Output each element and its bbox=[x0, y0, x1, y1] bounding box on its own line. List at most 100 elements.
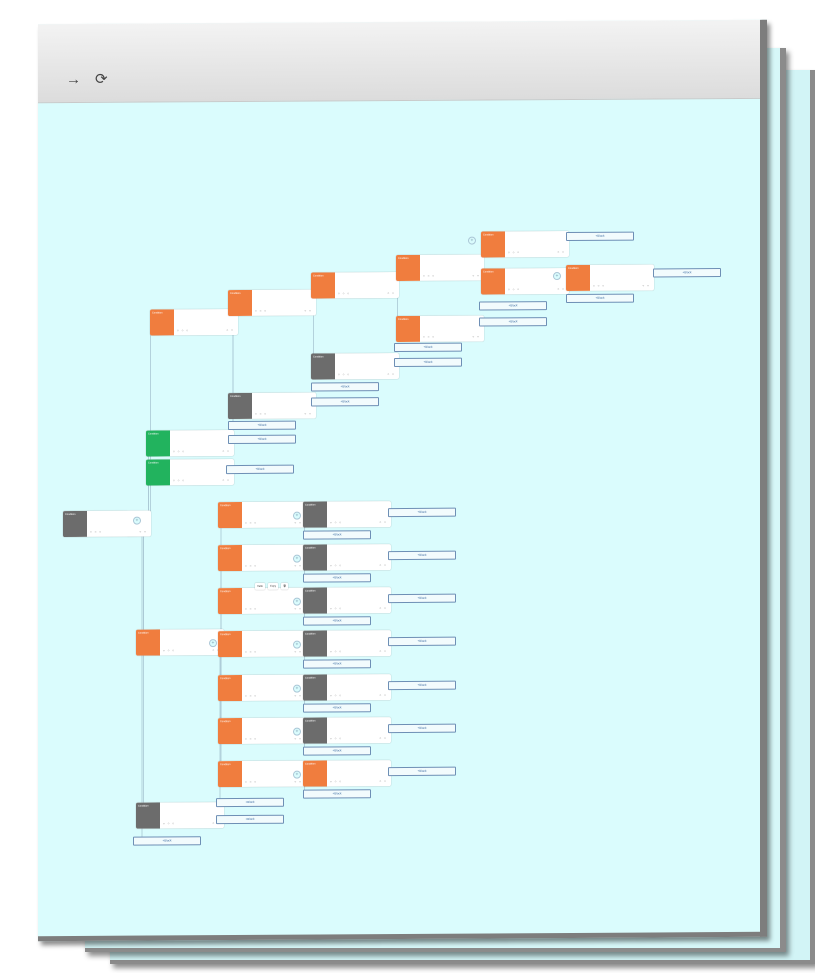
node-meta: ○ ○ ○ bbox=[245, 649, 258, 654]
expand-icon[interactable]: + bbox=[293, 640, 301, 649]
trash-icon[interactable]: 🗑 bbox=[281, 582, 289, 590]
add-block-button[interactable]: +Block bbox=[303, 616, 371, 626]
add-block-button[interactable]: +Block bbox=[228, 420, 296, 431]
add-block-button[interactable]: +Block bbox=[388, 550, 456, 561]
expand-icon[interactable]: + bbox=[293, 597, 301, 606]
node-type-label: Condition bbox=[305, 762, 316, 766]
node-green-2[interactable]: Condition ○ ○ ○ ○ ○ bbox=[146, 459, 234, 486]
node-type-tag: Condition bbox=[303, 717, 327, 744]
flow-canvas[interactable]: Condition ○ ○ ○ ○ ○ Condition ○ ○ ○ ○ ○ Condit… bbox=[38, 98, 760, 936]
node-type-label: Condition bbox=[220, 763, 231, 767]
node-main-child-3[interactable]: Condition ○ ○ ○ ○ ○ bbox=[303, 587, 391, 614]
node-a6[interactable]: Condition ○ ○ ○ ○ ○ bbox=[566, 264, 654, 292]
add-block-button[interactable]: +Block bbox=[303, 789, 371, 799]
add-block-button[interactable]: +Block bbox=[388, 680, 456, 691]
add-block-button[interactable]: +Block bbox=[394, 357, 462, 368]
node-meta: ○ ○ ○ bbox=[90, 529, 103, 534]
node-main-child-2[interactable]: Condition ○ ○ ○ ○ ○ bbox=[303, 544, 391, 571]
node-a3[interactable]: Condition ○ ○ ○ ○ ○ bbox=[311, 272, 399, 299]
add-block-button[interactable]: +Block bbox=[303, 746, 371, 756]
tooltip-action-b[interactable]: Copy bbox=[268, 582, 279, 590]
node-type-label: Condition bbox=[220, 720, 231, 724]
node-type-label: Condition bbox=[220, 590, 231, 594]
node-type-label: Condition bbox=[483, 270, 494, 274]
node-meta-right: ○ ○ bbox=[379, 520, 387, 525]
screenshot-stage: → ⟳ Condition ○ ○ ○ ○ ○ Condition ○ ○ ○ ○ ○ Co… bbox=[0, 0, 815, 973]
node-main-child-5[interactable]: Condition ○ ○ ○ ○ ○ bbox=[303, 674, 391, 701]
node-meta-right: ○ ○ bbox=[472, 273, 480, 278]
browser-toolbar: → ⟳ bbox=[38, 19, 760, 104]
add-block-button[interactable]: +Block bbox=[388, 723, 456, 734]
node-type-label: Condition bbox=[313, 274, 324, 278]
add-block-button[interactable]: +Block bbox=[303, 703, 371, 713]
node-main-child-6[interactable]: Condition ○ ○ ○ ○ ○ bbox=[303, 717, 391, 744]
add-block-button[interactable]: +Block bbox=[566, 231, 634, 242]
expand-icon[interactable]: + bbox=[553, 272, 561, 281]
expand-icon[interactable]: + bbox=[293, 770, 301, 779]
node-a4b[interactable]: Condition ○ ○ ○ ○ ○ bbox=[396, 315, 484, 343]
expand-icon[interactable]: + bbox=[209, 639, 217, 648]
add-block-button[interactable]: +Block bbox=[388, 766, 456, 777]
node-main-child-4[interactable]: Condition ○ ○ ○ ○ ○ bbox=[303, 630, 391, 657]
add-block-button[interactable]: +Block bbox=[303, 573, 371, 583]
node-type-tag: Condition bbox=[146, 459, 170, 486]
add-block-button[interactable]: +Block bbox=[228, 434, 296, 445]
node-type-tag: Condition bbox=[228, 392, 252, 420]
node-type-tag: Condition bbox=[218, 630, 242, 658]
add-block-button[interactable]: +Block bbox=[394, 342, 462, 353]
node-type-tag: Condition bbox=[303, 544, 327, 571]
node-main-child-7[interactable]: Condition ○ ○ ○ ○ ○ bbox=[303, 760, 391, 787]
node-meta: ○ ○ ○ bbox=[245, 563, 258, 568]
node-type-label: Condition bbox=[138, 631, 149, 635]
add-block-button[interactable]: +Block bbox=[303, 659, 371, 669]
add-block-button[interactable]: +Block bbox=[311, 382, 379, 392]
expand-icon[interactable]: + bbox=[293, 554, 301, 563]
node-type-label: Condition bbox=[148, 461, 159, 465]
node-a2[interactable]: Condition ○ ○ ○ ○ ○ bbox=[228, 289, 316, 317]
node-meta: ○ ○ ○ bbox=[173, 478, 186, 483]
node-type-label: Condition bbox=[305, 589, 316, 593]
add-block-button[interactable]: +Block bbox=[303, 530, 371, 540]
add-block-button[interactable]: +Block bbox=[216, 814, 284, 825]
expand-icon[interactable]: + bbox=[293, 727, 301, 736]
arrow-right-icon[interactable]: → bbox=[66, 71, 81, 88]
add-block-button[interactable]: +Block bbox=[216, 797, 284, 808]
expand-icon[interactable]: + bbox=[468, 236, 476, 245]
add-block-button[interactable]: +Block bbox=[388, 593, 456, 604]
node-meta: ○ ○ ○ bbox=[245, 736, 258, 741]
node-type-label: Condition bbox=[220, 504, 231, 508]
node-meta-right: ○ ○ bbox=[294, 649, 302, 654]
add-block-button[interactable]: +Block bbox=[133, 836, 201, 846]
add-block-button[interactable]: +Block bbox=[479, 317, 547, 327]
node-green-1[interactable]: Condition ○ ○ ○ ○ ○ bbox=[146, 430, 234, 457]
node-meta: ○ ○ ○ bbox=[508, 287, 521, 292]
node-main-child-1[interactable]: Condition ○ ○ ○ ○ ○ bbox=[303, 501, 391, 528]
add-block-button[interactable]: +Block bbox=[566, 293, 634, 304]
node-a-gray[interactable]: Condition ○ ○ ○ ○ ○ bbox=[228, 392, 316, 420]
add-block-button[interactable]: +Block bbox=[311, 397, 379, 407]
node-type-label: Condition bbox=[305, 632, 316, 636]
node-meta-right: ○ ○ bbox=[387, 372, 395, 377]
expand-icon[interactable]: + bbox=[133, 516, 141, 525]
node-branch-bottom[interactable]: Condition○ ○ ○○ ○ bbox=[136, 802, 224, 829]
node-branch-a[interactable]: Condition ○ ○ ○ ○ ○ bbox=[150, 309, 238, 336]
node-meta: ○ ○ ○ bbox=[330, 779, 343, 784]
node-meta-right: ○ ○ bbox=[226, 328, 234, 333]
node-a4[interactable]: Condition ○ ○ ○ ○ ○ bbox=[396, 254, 484, 282]
add-block-button[interactable]: +Block bbox=[226, 464, 294, 475]
add-block-button[interactable]: +Block bbox=[653, 268, 721, 278]
node-type-tag: Condition bbox=[481, 268, 505, 295]
node-a5[interactable]: Condition ○ ○ ○ ○ ○ bbox=[481, 230, 569, 258]
node-a3-gray[interactable]: Condition ○ ○ ○ ○ ○ bbox=[311, 353, 399, 380]
add-block-button[interactable]: +Block bbox=[388, 507, 456, 518]
reload-icon[interactable]: ⟳ bbox=[95, 71, 108, 88]
expand-icon[interactable]: + bbox=[293, 511, 301, 520]
node-meta: ○ ○ ○ bbox=[330, 649, 343, 654]
node-meta: ○ ○ ○ bbox=[173, 449, 186, 454]
add-block-button[interactable]: +Block bbox=[479, 301, 547, 311]
node-meta: ○ ○ ○ bbox=[163, 821, 176, 826]
tooltip-action-a[interactable]: Hello bbox=[255, 582, 265, 590]
add-block-button[interactable]: +Block bbox=[388, 636, 456, 647]
expand-icon[interactable]: + bbox=[293, 684, 301, 693]
node-type-label: Condition bbox=[230, 291, 241, 296]
